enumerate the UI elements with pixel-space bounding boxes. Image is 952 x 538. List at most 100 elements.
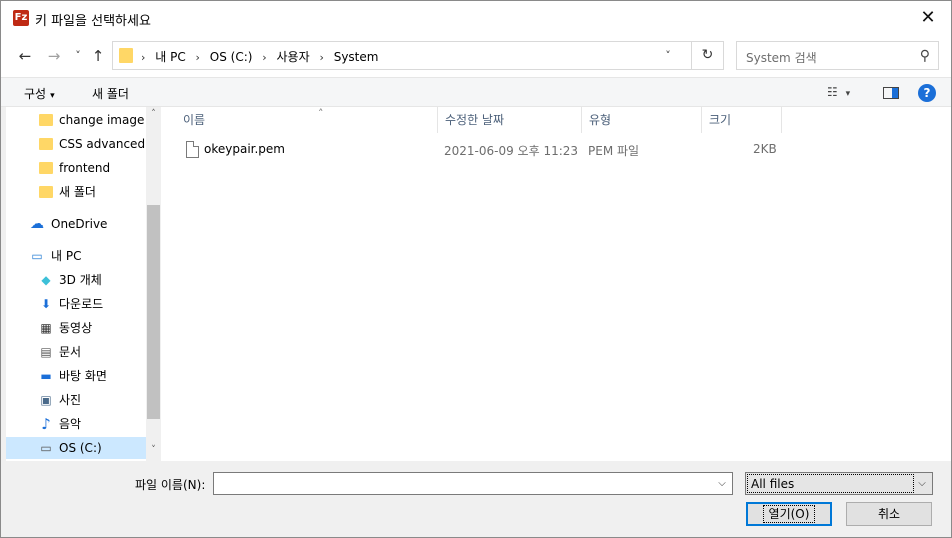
column-header-type[interactable]: 유형 — [581, 107, 702, 133]
tree-item-label: 다운로드 — [59, 297, 104, 311]
tree-item-music[interactable]: ♪ 음악 — [6, 413, 146, 435]
file-row[interactable]: okeypair.pem 2021-06-09 오후 11:23 PEM 파일 … — [181, 139, 781, 161]
tree-scrollbar[interactable]: ˄ ˅ — [146, 107, 161, 461]
file-list: ˄ 이름 수정한 날짜 유형 크기 okeypair.pem 2021-06-0… — [161, 107, 951, 461]
folder-icon — [119, 48, 133, 63]
back-arrow-icon[interactable]: ← — [14, 45, 36, 67]
drive-icon: ▭ — [40, 441, 52, 455]
search-input[interactable]: System 검색 ⚲ — [736, 41, 939, 70]
view-options-icon[interactable]: ☷ ▾ — [827, 85, 850, 99]
tree-item-label: 문서 — [59, 345, 82, 359]
breadcrumb-system[interactable]: System — [334, 50, 379, 64]
filename-label: 파일 이름(N): — [135, 478, 206, 492]
caret-down-icon: ▾ — [845, 89, 851, 99]
tree-item-label: 새 폴더 — [59, 185, 96, 199]
tree-item-label: 3D 개체 — [59, 273, 102, 287]
column-header-name[interactable]: ˄ 이름 — [175, 107, 438, 133]
up-arrow-icon[interactable]: ↑ — [87, 45, 109, 67]
chevron-right-icon: › — [262, 51, 267, 64]
music-icon: ♪ — [41, 415, 51, 433]
scroll-up-icon[interactable]: ˄ — [146, 109, 161, 119]
breadcrumb-os-c[interactable]: OS (C:) — [210, 50, 253, 64]
tree-item-pictures[interactable]: ▣ 사진 — [6, 389, 146, 411]
search-placeholder: System 검색 — [746, 51, 817, 65]
tree-item-css-advanced[interactable]: CSS advanced — [6, 133, 146, 155]
tree-item-label: CSS advanced — [59, 137, 146, 151]
column-header-label: 크기 — [709, 113, 732, 127]
help-icon[interactable]: ? — [918, 84, 936, 102]
breadcrumb: › 내 PC › OS (C:) › 사용자 › System — [141, 48, 384, 64]
chevron-down-icon[interactable]: ˅ — [657, 42, 679, 69]
filename-field[interactable]: ⌵ — [213, 472, 733, 495]
column-header-date-modified[interactable]: 수정한 날짜 — [437, 107, 582, 133]
download-arrow-icon: ⬇ — [40, 297, 52, 311]
chevron-down-icon[interactable]: ⌵ — [914, 475, 930, 492]
tree-item-label: frontend — [59, 161, 111, 175]
new-folder-button[interactable]: 새 폴더 — [92, 85, 129, 102]
tree-item-desktop[interactable]: ▬ 바탕 화면 — [6, 365, 146, 387]
column-header-size[interactable]: 크기 — [701, 107, 782, 133]
tree-item-new-folder[interactable]: 새 폴더 — [6, 181, 146, 203]
open-button-label: 열기(O) — [762, 505, 816, 523]
document-icon: ▤ — [40, 345, 52, 359]
command-bar: 구성 ▾ 새 폴더 ☷ ▾ ? — [1, 77, 951, 107]
tree-item-3d-objects[interactable]: ◆ 3D 개체 — [6, 269, 146, 291]
tree-item-label: OneDrive — [51, 217, 108, 231]
tree-item-os-c[interactable]: ▭ OS (C:) — [6, 437, 146, 459]
tree-item-change-image[interactable]: change image c — [6, 109, 146, 131]
title-bar: Fz 키 파일을 선택하세요 ✕ — [1, 1, 951, 35]
cloud-icon: ☁ — [30, 216, 44, 232]
tree-item-label: 바탕 화면 — [59, 369, 107, 383]
forward-arrow-icon[interactable]: → — [43, 45, 65, 67]
chevron-down-icon[interactable]: ⌵ — [714, 475, 730, 492]
address-bar[interactable]: › 내 PC › OS (C:) › 사용자 › System ˅ ↻ — [112, 41, 724, 70]
tree-item-label: OS (C:) — [59, 441, 102, 455]
file-type-value: All files — [747, 474, 914, 493]
tree-item-label: 동영상 — [59, 321, 93, 335]
tree-item-frontend[interactable]: frontend — [6, 157, 146, 179]
column-header-label: 수정한 날짜 — [445, 113, 505, 127]
organize-button[interactable]: 구성 ▾ — [24, 85, 55, 102]
folder-icon — [39, 114, 53, 126]
details-view-icon: ☷ — [827, 85, 838, 99]
preview-pane-icon[interactable] — [883, 87, 899, 99]
tree-item-videos[interactable]: ▦ 동영상 — [6, 317, 146, 339]
search-icon[interactable]: ⚲ — [920, 48, 930, 64]
file-name: okeypair.pem — [204, 142, 285, 156]
folder-icon — [39, 138, 53, 150]
column-header-label: 유형 — [589, 113, 612, 127]
breadcrumb-this-pc[interactable]: 내 PC — [155, 48, 185, 65]
dialog-title: 키 파일을 선택하세요 — [35, 14, 151, 29]
tree-item-onedrive[interactable]: ☁ OneDrive — [6, 213, 146, 235]
tree-item-this-pc[interactable]: ▭ 내 PC — [6, 245, 146, 267]
file-type: PEM 파일 — [588, 144, 640, 158]
desktop-icon: ▬ — [40, 369, 52, 383]
film-icon: ▦ — [40, 321, 52, 335]
refresh-icon[interactable]: ↻ — [691, 42, 723, 69]
tree-item-label: 내 PC — [51, 249, 82, 263]
navigation-bar: ← → ˅ ↑ › 내 PC › OS (C:) › 사용자 › System … — [1, 35, 951, 77]
open-button[interactable]: 열기(O) — [746, 502, 832, 526]
cancel-button[interactable]: 취소 — [846, 502, 932, 526]
recent-locations-chevron-icon[interactable]: ˅ — [67, 45, 89, 67]
tree-item-label: change image c — [59, 113, 146, 127]
chevron-right-icon: › — [319, 51, 324, 64]
caret-down-icon: ▾ — [50, 91, 55, 101]
tree-item-documents[interactable]: ▤ 문서 — [6, 341, 146, 363]
close-icon[interactable]: ✕ — [905, 1, 951, 35]
dialog-footer: 파일 이름(N): ⌵ All files ⌵ 열기(O) 취소 — [1, 461, 951, 537]
file-type-select[interactable]: All files ⌵ — [745, 472, 933, 495]
folder-icon — [39, 162, 53, 174]
scrollbar-thumb[interactable] — [147, 205, 160, 419]
navigation-tree: change image c CSS advanced frontend 새 폴… — [6, 107, 161, 461]
tree-item-label: 음악 — [59, 417, 82, 431]
picture-icon: ▣ — [40, 393, 52, 407]
file-modified: 2021-06-09 오후 11:23 — [444, 144, 579, 158]
tree-item-label: 사진 — [59, 393, 82, 407]
chevron-right-icon: › — [195, 51, 200, 64]
breadcrumb-users[interactable]: 사용자 — [277, 48, 310, 65]
computer-icon: ▭ — [31, 249, 43, 263]
scroll-down-icon[interactable]: ˅ — [146, 445, 161, 455]
folder-icon — [39, 186, 53, 198]
tree-item-downloads[interactable]: ⬇ 다운로드 — [6, 293, 146, 315]
